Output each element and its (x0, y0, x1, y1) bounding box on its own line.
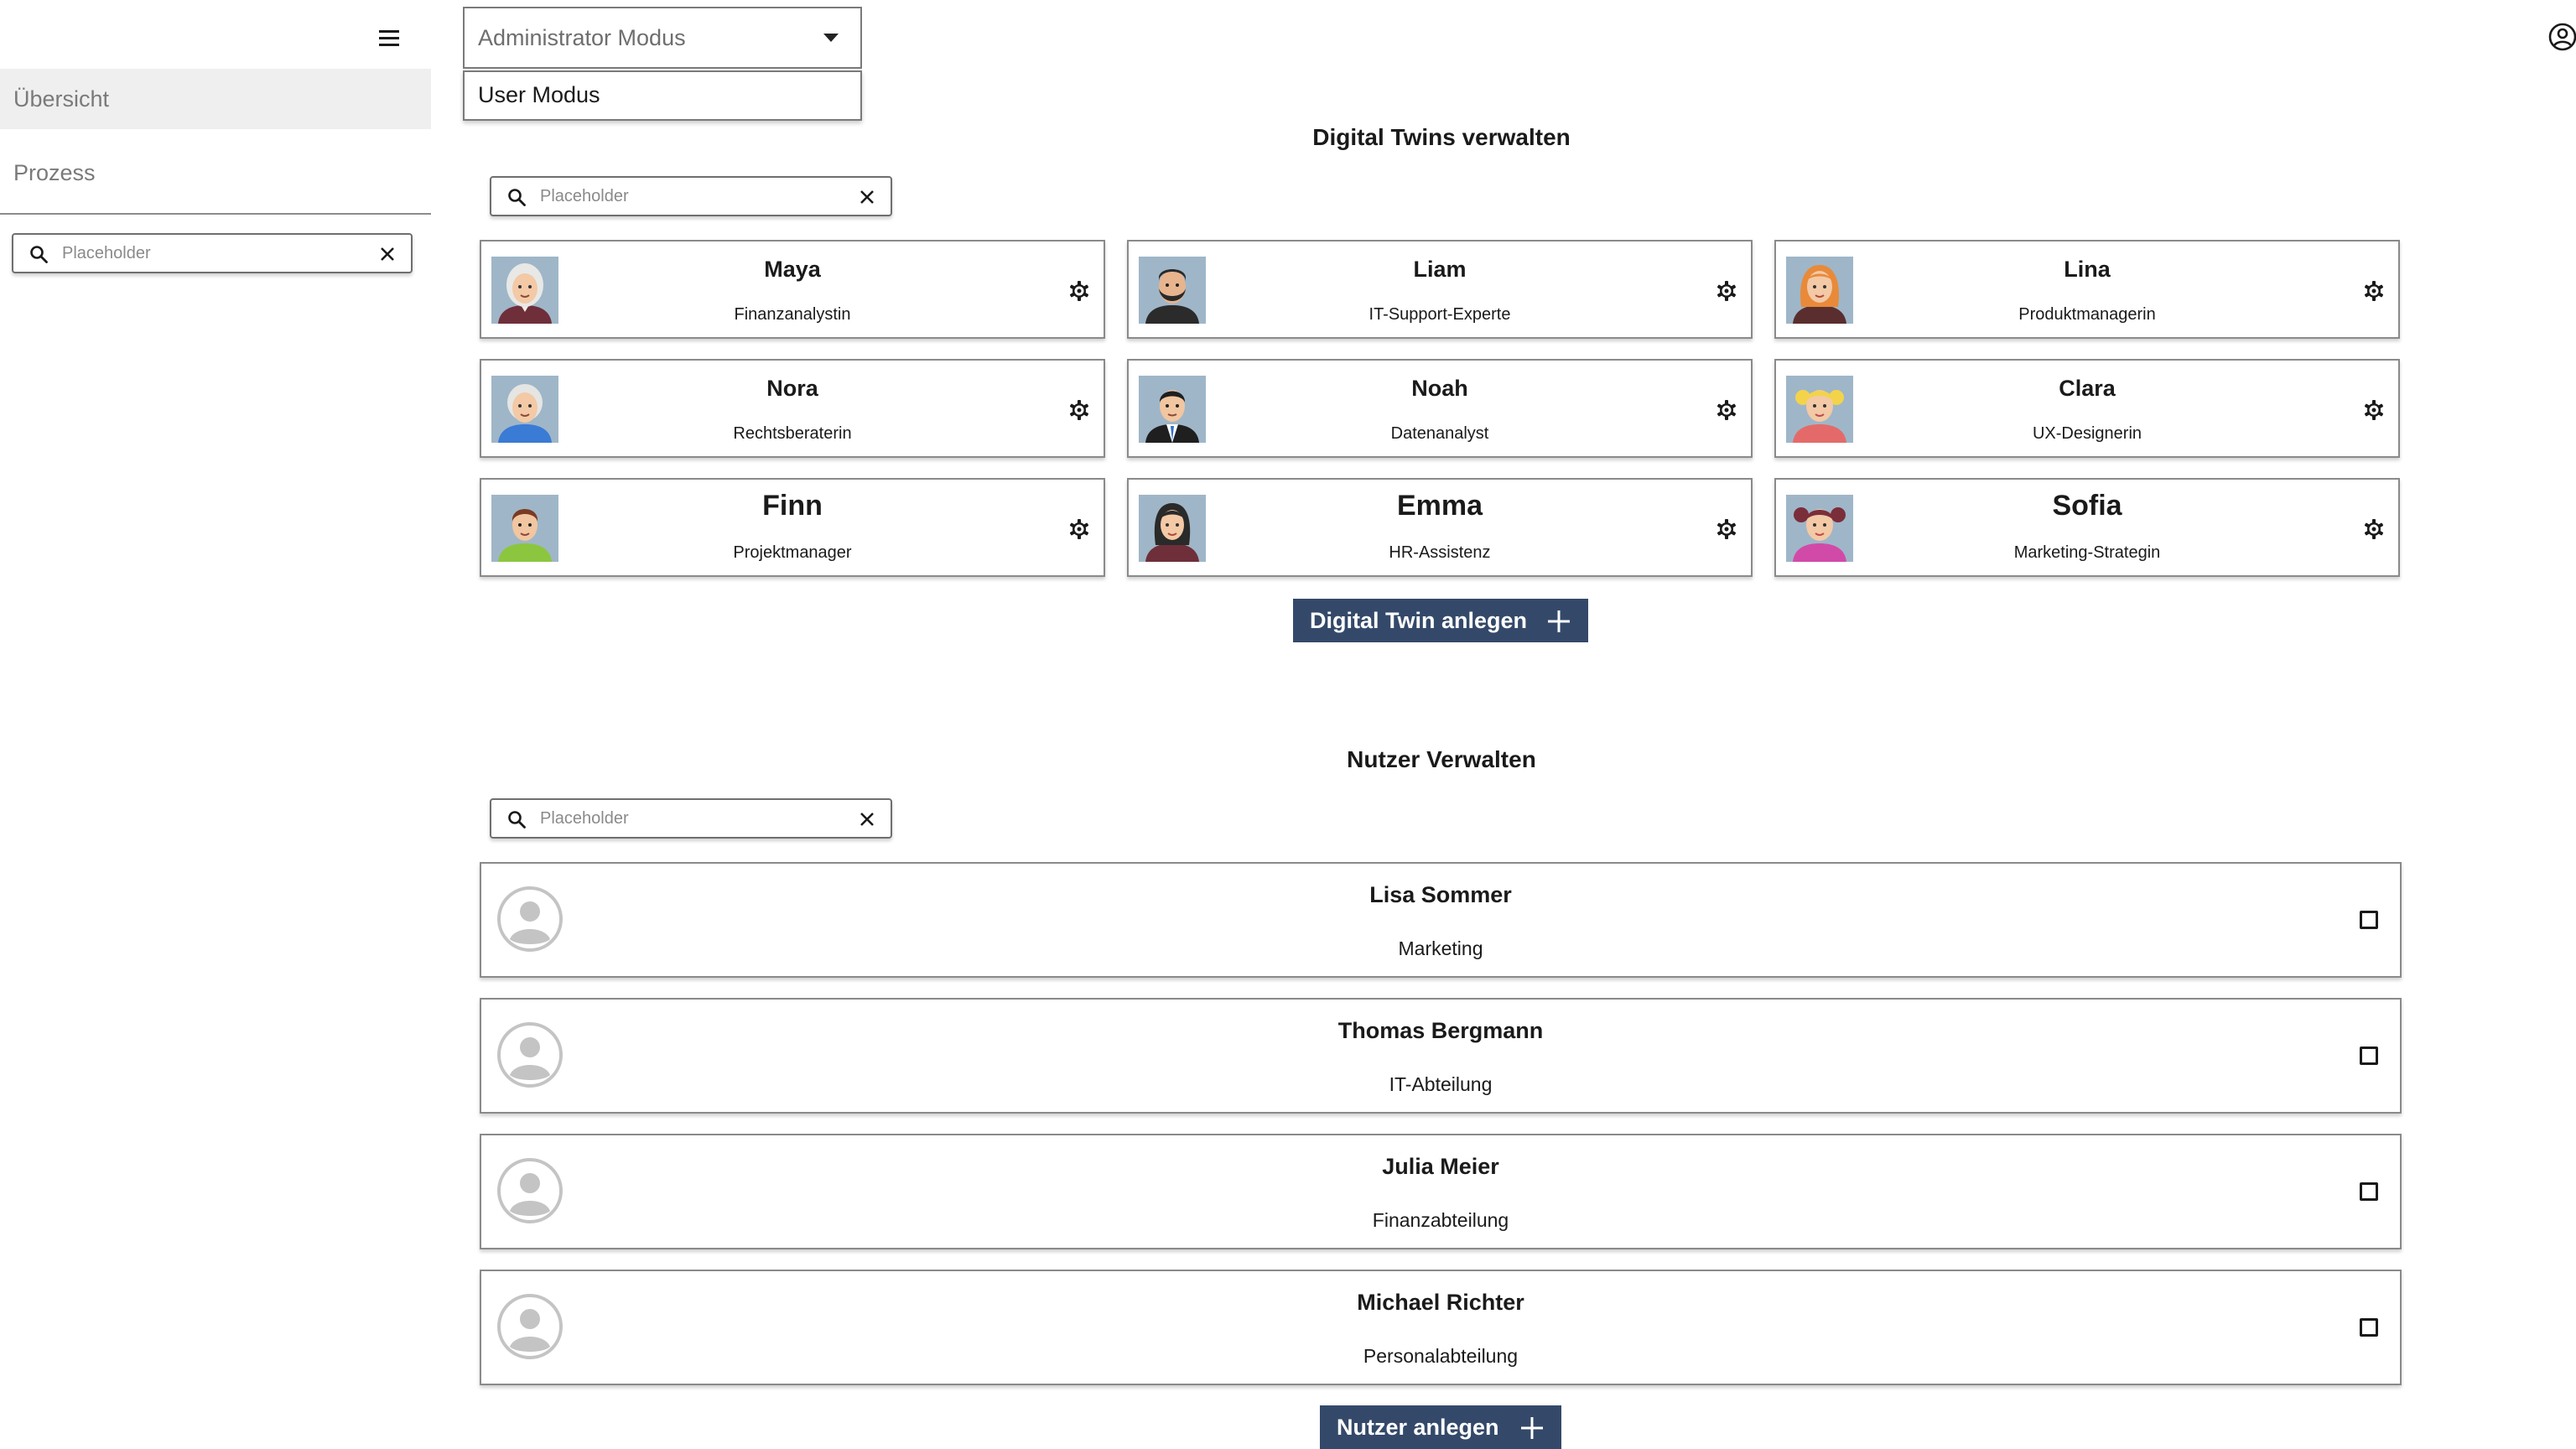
user-checkbox[interactable] (2360, 1182, 2378, 1201)
user-card-thomas-bergmann[interactable]: Thomas Bergmann IT-Abteilung (480, 998, 2402, 1114)
user-card-lisa-sommer[interactable]: Lisa Sommer Marketing (480, 862, 2402, 978)
add-user-label: Nutzer anlegen (1337, 1415, 1499, 1440)
gear-icon[interactable] (2361, 278, 2386, 304)
twin-card-emma[interactable]: Emma HR-Assistenz (1127, 478, 1753, 577)
gear-icon[interactable] (1714, 517, 1739, 542)
twin-card-noah[interactable]: Noah Datenanalyst (1127, 359, 1753, 458)
sidebar: Übersicht Prozess (0, 0, 431, 1449)
mode-select[interactable]: Administrator Modus (463, 7, 862, 69)
twin-name: Noah (1411, 376, 1468, 401)
twin-card-nora[interactable]: Nora Rechtsberaterin (480, 359, 1105, 458)
twin-role: IT-Support-Experte (1368, 305, 1511, 324)
twin-name: Clara (2059, 376, 2116, 401)
twin-name: Nora (766, 376, 818, 401)
user-department: Finanzabteilung (1372, 1209, 1509, 1231)
twins-search (490, 176, 892, 216)
search-icon (506, 809, 527, 829)
twin-name: Lina (2064, 257, 2111, 282)
user-name: Lisa Sommer (1369, 882, 1512, 907)
mode-option-user[interactable]: User Modus (478, 82, 600, 108)
sidebar-item-uebersicht[interactable]: Übersicht (0, 69, 431, 129)
user-name: Thomas Bergmann (1337, 1018, 1544, 1043)
search-icon (506, 187, 527, 207)
twins-search-input[interactable] (540, 183, 842, 210)
twin-name: Finn (762, 490, 823, 522)
mode-dropdown-menu: User Modus (463, 70, 862, 121)
twins-section-title: Digital Twins verwalten (1312, 124, 1571, 150)
gear-icon[interactable] (1714, 278, 1739, 304)
user-department: IT-Abteilung (1389, 1073, 1493, 1095)
twin-role: Produktmanagerin (2018, 305, 2156, 324)
add-digital-twin-button[interactable]: Digital Twin anlegen (1293, 599, 1588, 642)
user-name: Michael Richter (1357, 1290, 1524, 1315)
account-circle-icon[interactable] (2546, 20, 2576, 54)
sidebar-item-prozess[interactable]: Prozess (0, 144, 431, 201)
gear-icon[interactable] (1714, 397, 1739, 423)
sidebar-divider (0, 213, 431, 215)
clear-icon[interactable] (377, 244, 397, 264)
gear-icon[interactable] (2361, 397, 2386, 423)
twin-role: UX-Designerin (2032, 424, 2142, 443)
users-section-title: Nutzer Verwalten (1347, 746, 1536, 772)
twin-role: Projektmanager (733, 543, 852, 562)
gear-icon[interactable] (1067, 278, 1092, 304)
twin-name: Sofia (2052, 490, 2122, 522)
user-department: Personalabteilung (1363, 1345, 1519, 1367)
users-search-input[interactable] (540, 805, 842, 832)
clear-icon[interactable] (857, 809, 877, 829)
twin-role: Datenanalyst (1390, 424, 1489, 443)
user-checkbox[interactable] (2360, 1046, 2378, 1065)
plus-icon (1546, 609, 1571, 634)
gear-icon[interactable] (2361, 517, 2386, 542)
search-icon (29, 244, 49, 264)
twin-role: Marketing-Strategin (2013, 543, 2161, 562)
twin-name: Emma (1396, 490, 1483, 522)
twin-card-liam[interactable]: Liam IT-Support-Experte (1127, 240, 1753, 339)
twin-card-finn[interactable]: Finn Projektmanager (480, 478, 1105, 577)
user-card-julia-meier[interactable]: Julia Meier Finanzabteilung (480, 1134, 2402, 1249)
user-checkbox[interactable] (2360, 1318, 2378, 1337)
user-card-michael-richter[interactable]: Michael Richter Personalabteilung (480, 1270, 2402, 1385)
twin-name: Maya (764, 257, 821, 282)
hamburger-icon[interactable] (372, 23, 406, 54)
sidebar-search-input[interactable] (62, 240, 356, 267)
twin-role: Rechtsberaterin (733, 424, 852, 443)
users-search (490, 798, 892, 839)
twin-role: Finanzanalystin (734, 305, 851, 324)
twin-card-lina[interactable]: Lina Produktmanagerin (1774, 240, 2400, 339)
user-department: Marketing (1398, 937, 1483, 959)
mode-select-value: Administrator Modus (478, 25, 686, 50)
caret-down-icon (823, 34, 839, 42)
sidebar-search (12, 233, 413, 273)
twin-card-sofia[interactable]: Sofia Marketing-Strategin (1774, 478, 2400, 577)
clear-icon[interactable] (857, 187, 877, 207)
user-checkbox[interactable] (2360, 911, 2378, 929)
twin-card-clara[interactable]: Clara UX-Designerin (1774, 359, 2400, 458)
twin-card-maya[interactable]: Maya Finanzanalystin (480, 240, 1105, 339)
add-digital-twin-label: Digital Twin anlegen (1310, 608, 1528, 633)
gear-icon[interactable] (1067, 397, 1092, 423)
twin-role: HR-Assistenz (1389, 543, 1491, 562)
gear-icon[interactable] (1067, 517, 1092, 542)
add-user-button[interactable]: Nutzer anlegen (1320, 1405, 1561, 1449)
user-name: Julia Meier (1382, 1154, 1499, 1179)
twin-name: Liam (1413, 257, 1467, 282)
plus-icon (1519, 1415, 1545, 1441)
